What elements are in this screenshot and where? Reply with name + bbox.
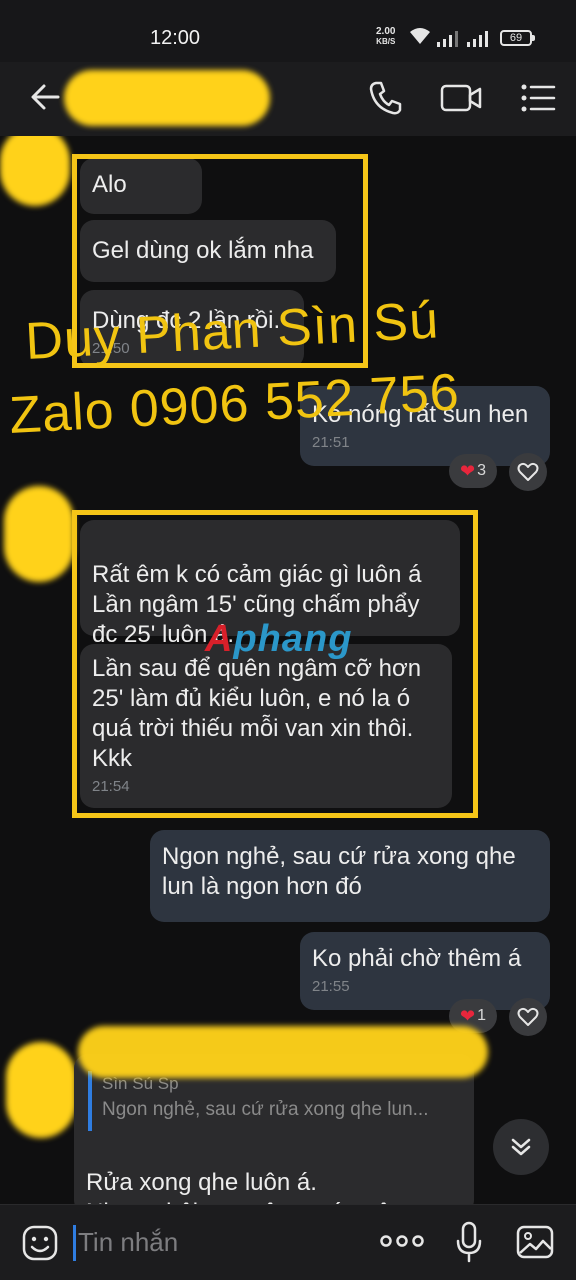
heart-icon: ❤	[460, 460, 476, 481]
scroll-to-bottom-button[interactable]	[493, 1119, 549, 1175]
redacted-avatar	[6, 1042, 76, 1138]
redacted-avatar	[4, 486, 74, 582]
phone-icon[interactable]	[368, 80, 402, 116]
network-speed-value: 2.00	[376, 26, 396, 37]
status-bar: 12:00 2.00 KB/S 69	[0, 0, 576, 62]
highlight-box	[72, 510, 478, 818]
message-outgoing[interactable]: Ko phải chờ thêm á 21:55	[300, 932, 550, 1010]
reply-quote[interactable]: Sìn Sú Sp Ngon nghẻ, sau cứ rửa xong qhe…	[88, 1071, 468, 1131]
microphone-icon[interactable]	[455, 1221, 483, 1263]
video-camera-icon[interactable]	[440, 80, 482, 116]
list-menu-icon[interactable]	[520, 80, 556, 116]
message-input[interactable]: Tin nhắn	[78, 1227, 178, 1258]
arrow-left-icon[interactable]	[28, 80, 62, 114]
battery-icon: 69	[500, 30, 535, 46]
status-time: 12:00	[150, 27, 201, 49]
battery-level: 69	[509, 32, 523, 44]
text-cursor	[73, 1225, 76, 1261]
redacted-name-strip	[78, 1026, 488, 1078]
quote-text: Ngon nghẻ, sau cứ rửa xong qhe lun...	[102, 1099, 429, 1120]
signal-icon-2	[467, 31, 488, 47]
reaction-badge[interactable]: ❤ 3	[449, 454, 497, 488]
heart-outline-icon	[517, 462, 539, 481]
network-speed: 2.00 KB/S	[376, 27, 395, 47]
wifi-icon	[410, 28, 430, 44]
reaction-count: 3	[477, 462, 486, 479]
image-icon[interactable]	[516, 1225, 554, 1259]
like-button[interactable]	[509, 453, 547, 491]
emoji-icon[interactable]	[22, 1225, 58, 1261]
chat-header	[0, 62, 576, 136]
network-speed-unit: KB/S	[376, 37, 396, 46]
message-time: 21:51	[312, 434, 350, 451]
aphang-logo-watermark: Aphang	[205, 618, 353, 660]
message-input-bar: Tin nhắn	[0, 1204, 576, 1280]
signal-icon	[437, 31, 458, 47]
redacted-contact-name	[64, 70, 270, 126]
message-text: Rửa xong qhe luôn á. Nhưng bôi xong êm q…	[86, 1169, 404, 1204]
chevron-double-down-icon	[511, 1138, 531, 1156]
message-outgoing[interactable]: Ngon nghẻ, sau cứ rửa xong qhe lun là ng…	[150, 830, 550, 922]
message-list[interactable]: Alo Gel dùng ok lắm nha Dùng đc 2 lần rồ…	[0, 136, 576, 1204]
message-time: 21:55	[312, 978, 350, 995]
more-dots-icon[interactable]	[380, 1233, 424, 1249]
heart-outline-icon	[517, 1007, 539, 1026]
message-text: Ko phải chờ thêm á	[312, 945, 522, 972]
heart-icon: ❤	[460, 1005, 476, 1026]
reaction-count: 1	[477, 1007, 486, 1024]
message-text: Ngon nghẻ, sau cứ rửa xong qhe lun là ng…	[162, 843, 516, 900]
redacted-avatar	[0, 136, 70, 206]
like-button[interactable]	[509, 998, 547, 1036]
